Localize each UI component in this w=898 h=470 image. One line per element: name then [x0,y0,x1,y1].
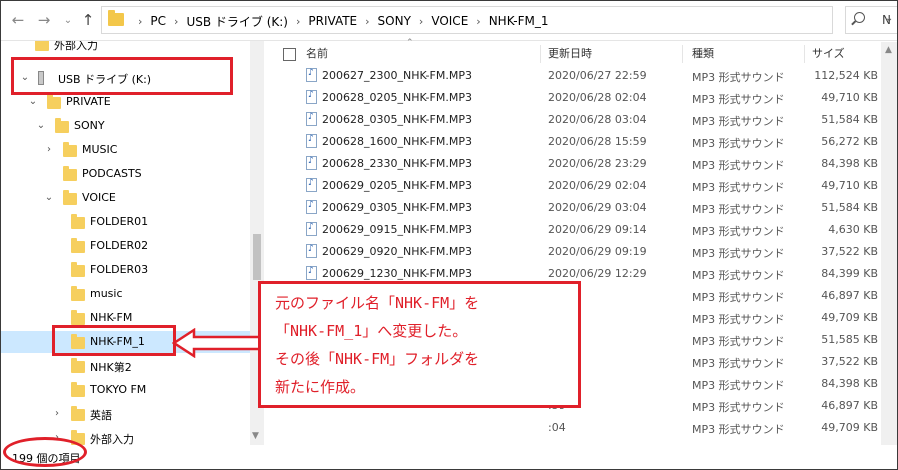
window-frame [0,0,898,470]
